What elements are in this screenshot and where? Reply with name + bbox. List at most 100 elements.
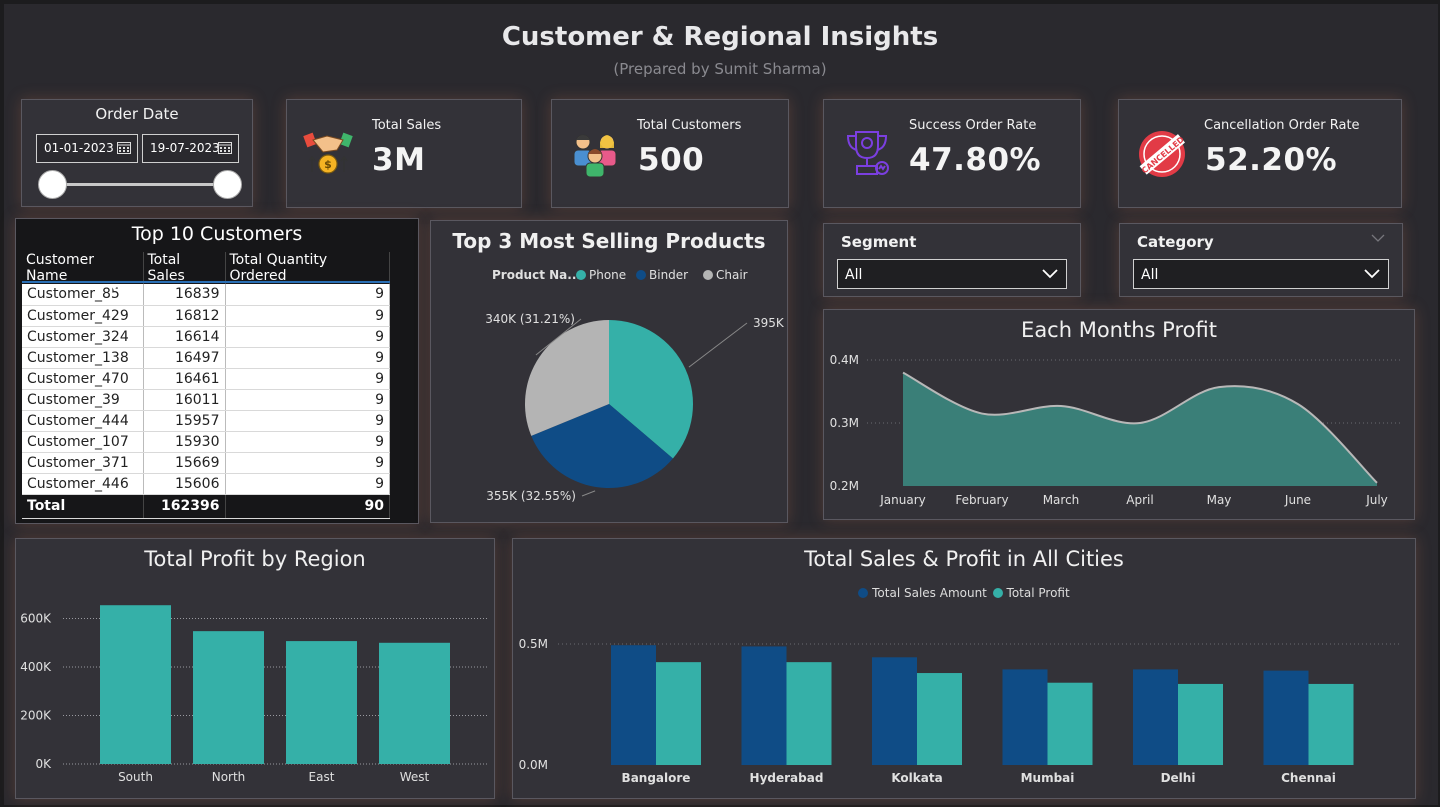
bar-chennai-profit <box>1308 683 1354 765</box>
table-row[interactable]: Customer_444 15957 9 <box>22 410 390 432</box>
end-date-input[interactable]: 19-07-2023 <box>142 134 239 163</box>
total-quantity-cell: 9 <box>225 389 390 411</box>
city-sales-profit-bar-chart: 0.0M 0.5M Bangalore Hyderabad Kolkata Mumbai D… <box>519 637 1402 785</box>
x-tick-label: Kolkata <box>891 771 942 785</box>
total-quantity-cell: 9 <box>225 452 390 474</box>
table-row[interactable]: Customer_446 15606 9 <box>22 473 390 495</box>
x-tick-label: March <box>1043 493 1080 507</box>
bar-west <box>379 642 450 764</box>
y-tick-label: 400K <box>20 660 52 674</box>
total-quantity-cell: 9 <box>225 431 390 453</box>
table-row[interactable]: Customer_39 16011 9 <box>22 389 390 411</box>
x-tick-label: Chennai <box>1281 771 1336 785</box>
top-customers-table: Customer Name Total Sales ▼ Total Quantit… <box>22 252 390 519</box>
total-sales-cell: 16011 <box>143 389 226 411</box>
monthly-profit-area-chart: 0.2M 0.3M 0.4M January February March April May… <box>830 353 1403 507</box>
column-header-customer-name[interactable]: Customer Name <box>22 252 144 284</box>
total-sales-cell: 15669 <box>143 452 226 474</box>
table-row[interactable]: Customer_85 16839 9 <box>22 284 390 306</box>
customers-group-icon <box>573 134 617 178</box>
bar-mumbai-sales <box>1002 669 1048 765</box>
y-tick-label: 0.0M <box>519 758 548 772</box>
table-row[interactable]: Customer_107 15930 9 <box>22 431 390 453</box>
table-row[interactable]: Customer_138 16497 9 <box>22 347 390 369</box>
kpi-label-success-order-rate: Success Order Rate <box>909 118 1037 133</box>
calendar-icon[interactable] <box>117 141 131 154</box>
table-row[interactable]: Customer_429 16812 9 <box>22 305 390 327</box>
total-quantity-cell: 9 <box>225 326 390 348</box>
chevron-down-icon[interactable] <box>1042 268 1058 280</box>
chevron-down-icon[interactable] <box>1364 268 1380 280</box>
calendar-icon[interactable] <box>218 141 232 154</box>
pie-legend: Product Na... Phone Binder Chair <box>492 268 748 282</box>
column-header-total-quantity[interactable]: Total Quantity Ordered <box>225 252 390 284</box>
bar-mumbai-profit <box>1047 682 1093 765</box>
bar-chennai-sales <box>1263 670 1309 765</box>
bar-north <box>193 631 264 764</box>
total-quantity-cell: 9 <box>225 410 390 432</box>
total-sales-cell: 16461 <box>143 368 226 390</box>
start-date-value: 01-01-2023 <box>44 141 114 155</box>
cancelled-stamp-icon: CANCELLED <box>1139 131 1186 177</box>
segment-dropdown[interactable]: All <box>837 259 1067 289</box>
total-quantity-sum-cell: 90 <box>225 494 390 519</box>
legend-label-phone: Phone <box>589 268 626 282</box>
profit-area-fill <box>903 372 1377 486</box>
total-sales-cell: 15606 <box>143 473 226 495</box>
start-date-input[interactable]: 01-01-2023 <box>36 134 138 163</box>
total-quantity-cell: 9 <box>225 473 390 495</box>
total-sales-cell: 16497 <box>143 347 226 369</box>
x-tick-label: January <box>879 493 926 507</box>
total-quantity-cell: 9 <box>225 368 390 390</box>
x-tick-label: Hyderabad <box>750 771 824 785</box>
pie-data-label: 395K (36.24%) <box>753 316 788 330</box>
x-tick-label: July <box>1365 493 1388 507</box>
total-sales-cell: 16839 <box>143 284 226 306</box>
legend-marker-phone <box>576 270 586 280</box>
customer-name-cell: Customer_371 <box>22 452 144 474</box>
customer-name-cell: Customer_85 <box>22 284 144 306</box>
table-row[interactable]: Customer_371 15669 9 <box>22 452 390 474</box>
y-tick-label: 0K <box>35 757 52 771</box>
x-tick-label: Bangalore <box>622 771 691 785</box>
x-tick-label: Delhi <box>1161 771 1196 785</box>
pie-data-label: 355K (32.55%) <box>486 489 576 503</box>
table-row[interactable]: Customer_470 16461 9 <box>22 368 390 390</box>
date-range-end-handle[interactable] <box>213 170 242 199</box>
pie-leader-line <box>581 490 596 497</box>
legend-label-binder: Binder <box>649 268 688 282</box>
kpi-value-total-sales: 3M <box>372 142 426 178</box>
total-sales-cell: 15930 <box>143 431 226 453</box>
y-tick-label: 0.5M <box>519 637 548 651</box>
legend-marker-binder <box>636 270 646 280</box>
x-tick-label: June <box>1284 493 1311 507</box>
date-range-track[interactable] <box>52 183 228 186</box>
legend-marker-chair <box>703 270 713 280</box>
kpi-value-success-order-rate: 47.80% <box>909 142 1042 178</box>
kpi-value-cancellation-order-rate: 52.20% <box>1205 142 1338 178</box>
bar-hyderabad-profit <box>786 662 832 765</box>
sort-descending-icon[interactable]: ▼ <box>111 283 118 293</box>
bar-south <box>100 605 171 764</box>
kpi-label-cancellation-order-rate: Cancellation Order Rate <box>1204 118 1360 133</box>
kpi-label-total-customers: Total Customers <box>637 118 742 133</box>
customer-name-cell: Customer_107 <box>22 431 144 453</box>
collapse-chevron-icon[interactable] <box>1371 234 1385 243</box>
bar-delhi-sales <box>1133 669 1178 765</box>
y-tick-label: 600K <box>20 612 52 626</box>
kpi-value-total-customers: 500 <box>638 142 705 178</box>
column-header-total-sales[interactable]: Total Sales ▼ <box>111 252 226 293</box>
top-products-title: Top 3 Most Selling Products <box>452 229 766 253</box>
customer-name-cell: Customer_138 <box>22 347 144 369</box>
table-row[interactable]: Customer_324 16614 9 <box>22 326 390 348</box>
bar-hyderabad-sales <box>741 646 787 765</box>
x-tick-label: South <box>118 770 153 784</box>
date-range-start-handle[interactable] <box>38 170 67 199</box>
category-dropdown[interactable]: All <box>1133 259 1389 289</box>
page-title: Customer & Regional Insights <box>501 22 939 52</box>
pie-leader-line <box>688 322 748 368</box>
y-tick-label: 0.3M <box>830 416 859 430</box>
segment-title: Segment <box>841 233 917 251</box>
customer-name-cell: Customer_470 <box>22 368 144 390</box>
handshake-money-icon: $ <box>303 132 353 174</box>
